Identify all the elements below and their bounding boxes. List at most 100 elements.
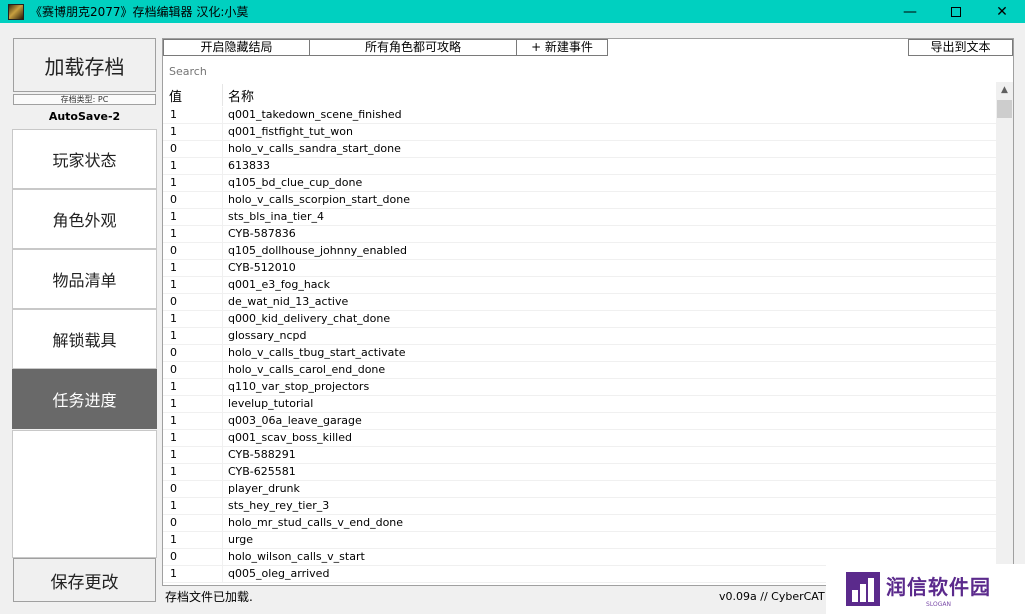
table-row[interactable]: 0 q105_dollhouse_johnny_enabled bbox=[163, 243, 996, 260]
new-event-button[interactable]: + 新建事件 bbox=[516, 39, 608, 56]
table-row[interactable]: 1 sts_hey_rey_tier_3 bbox=[163, 498, 996, 515]
row-name: CYB-588291 bbox=[228, 448, 296, 461]
row-name: holo_v_calls_tbug_start_activate bbox=[228, 346, 406, 359]
table-row[interactable]: 0 holo_v_calls_sandra_start_done bbox=[163, 141, 996, 158]
hidden-ending-button[interactable]: 开启隐藏结局 bbox=[163, 39, 310, 56]
row-value[interactable]: 1 bbox=[170, 209, 177, 225]
nav-vehicles[interactable]: 解锁载具 bbox=[12, 309, 157, 369]
row-value[interactable]: 1 bbox=[170, 464, 177, 480]
row-value[interactable]: 1 bbox=[170, 498, 177, 514]
row-value[interactable]: 1 bbox=[170, 311, 177, 327]
cell-divider bbox=[222, 430, 223, 447]
table-row[interactable]: 1 levelup_tutorial bbox=[163, 396, 996, 413]
nav-quest-progress[interactable]: 任务进度 bbox=[12, 369, 157, 429]
table-row[interactable]: 0 holo_v_calls_carol_end_done bbox=[163, 362, 996, 379]
table-row[interactable]: 1 q001_e3_fog_hack bbox=[163, 277, 996, 294]
row-name: glossary_ncpd bbox=[228, 329, 307, 342]
cell-divider bbox=[222, 226, 223, 243]
table-row[interactable]: 0 holo_v_calls_scorpion_start_done bbox=[163, 192, 996, 209]
cell-divider bbox=[222, 362, 223, 379]
row-value[interactable]: 1 bbox=[170, 175, 177, 191]
row-value[interactable]: 1 bbox=[170, 447, 177, 463]
row-name: sts_hey_rey_tier_3 bbox=[228, 499, 330, 512]
row-value[interactable]: 0 bbox=[170, 294, 177, 310]
close-button[interactable]: ✕ bbox=[979, 0, 1025, 23]
table-row[interactable]: 1 CYB-625581 bbox=[163, 464, 996, 481]
row-name: q105_dollhouse_johnny_enabled bbox=[228, 244, 407, 257]
row-value[interactable]: 1 bbox=[170, 532, 177, 548]
table-row[interactable]: 1 CYB-512010 bbox=[163, 260, 996, 277]
table-row[interactable]: 1 CYB-588291 bbox=[163, 447, 996, 464]
row-name: sts_bls_ina_tier_4 bbox=[228, 210, 324, 223]
row-value[interactable]: 0 bbox=[170, 141, 177, 157]
close-icon: ✕ bbox=[996, 3, 1008, 20]
watermark-title: 润信软件园 bbox=[886, 574, 991, 599]
column-header-name[interactable]: 名称 bbox=[228, 86, 254, 105]
scroll-up-icon[interactable]: ▲ bbox=[996, 82, 1013, 99]
scroll-thumb[interactable] bbox=[997, 100, 1012, 118]
table-row[interactable]: 1 q001_takedown_scene_finished bbox=[163, 107, 996, 124]
row-value[interactable]: 0 bbox=[170, 549, 177, 565]
column-header-value[interactable]: 值 bbox=[169, 86, 182, 105]
table-row[interactable]: 1 sts_bls_ina_tier_4 bbox=[163, 209, 996, 226]
row-value[interactable]: 0 bbox=[170, 481, 177, 497]
row-name: q001_fistfight_tut_won bbox=[228, 125, 353, 138]
vertical-scrollbar[interactable]: ▲ bbox=[996, 82, 1013, 585]
table-row[interactable]: 1 q001_fistfight_tut_won bbox=[163, 124, 996, 141]
table-row[interactable]: 1 q110_var_stop_projectors bbox=[163, 379, 996, 396]
window-title: 《赛博朋克2077》存档编辑器 汉化:小莫 bbox=[30, 5, 249, 19]
row-value[interactable]: 1 bbox=[170, 260, 177, 276]
row-value[interactable]: 1 bbox=[170, 226, 177, 242]
row-value[interactable]: 1 bbox=[170, 277, 177, 293]
cell-divider bbox=[222, 396, 223, 413]
title-bar: 《赛博朋克2077》存档编辑器 汉化:小莫 — ✕ bbox=[0, 0, 1025, 23]
export-text-button[interactable]: 导出到文本 bbox=[908, 39, 1013, 56]
maximize-button[interactable] bbox=[933, 0, 979, 23]
cell-divider bbox=[222, 532, 223, 549]
table-row[interactable]: 1 q003_06a_leave_garage bbox=[163, 413, 996, 430]
nav-appearance[interactable]: 角色外观 bbox=[12, 189, 157, 249]
nav-inventory[interactable]: 物品清单 bbox=[12, 249, 157, 309]
row-value[interactable]: 1 bbox=[170, 158, 177, 174]
minimize-button[interactable]: — bbox=[887, 0, 933, 23]
row-value[interactable]: 1 bbox=[170, 566, 177, 582]
row-value[interactable]: 0 bbox=[170, 192, 177, 208]
table-row[interactable]: 1 q001_scav_boss_killed bbox=[163, 430, 996, 447]
maximize-icon bbox=[951, 6, 961, 17]
table-row[interactable]: 0 holo_mr_stud_calls_v_end_done bbox=[163, 515, 996, 532]
table-row[interactable]: 1 urge bbox=[163, 532, 996, 549]
all-romance-button[interactable]: 所有角色都可攻略 bbox=[309, 39, 517, 56]
row-name: CYB-625581 bbox=[228, 465, 296, 478]
row-value[interactable]: 0 bbox=[170, 345, 177, 361]
row-value[interactable]: 0 bbox=[170, 362, 177, 378]
table-row[interactable]: 1 q105_bd_clue_cup_done bbox=[163, 175, 996, 192]
row-value[interactable]: 1 bbox=[170, 413, 177, 429]
table-row[interactable]: 0 de_wat_nid_13_active bbox=[163, 294, 996, 311]
row-value[interactable]: 0 bbox=[170, 515, 177, 531]
save-changes-button[interactable]: 保存更改 bbox=[13, 558, 156, 602]
row-name: q001_scav_boss_killed bbox=[228, 431, 352, 444]
row-value[interactable]: 1 bbox=[170, 379, 177, 395]
table-row[interactable]: 1 q000_kid_delivery_chat_done bbox=[163, 311, 996, 328]
column-divider[interactable] bbox=[222, 84, 223, 106]
load-save-button[interactable]: 加载存档 bbox=[13, 38, 156, 92]
table-row[interactable]: 1 CYB-587836 bbox=[163, 226, 996, 243]
row-name: CYB-587836 bbox=[228, 227, 296, 240]
table-row[interactable]: 0 holo_v_calls_tbug_start_activate bbox=[163, 345, 996, 362]
table-row[interactable]: 0 player_drunk bbox=[163, 481, 996, 498]
row-value[interactable]: 1 bbox=[170, 107, 177, 123]
cell-divider bbox=[222, 515, 223, 532]
row-name: q110_var_stop_projectors bbox=[228, 380, 370, 393]
row-name: q001_takedown_scene_finished bbox=[228, 108, 402, 121]
table-row[interactable]: 1 glossary_ncpd bbox=[163, 328, 996, 345]
row-value[interactable]: 1 bbox=[170, 430, 177, 446]
row-value[interactable]: 1 bbox=[170, 328, 177, 344]
row-name: 613833 bbox=[228, 159, 270, 172]
cell-divider bbox=[222, 277, 223, 294]
row-value[interactable]: 1 bbox=[170, 124, 177, 140]
row-value[interactable]: 0 bbox=[170, 243, 177, 259]
nav-player-status[interactable]: 玩家状态 bbox=[12, 129, 157, 189]
table-row[interactable]: 1 613833 bbox=[163, 158, 996, 175]
row-value[interactable]: 1 bbox=[170, 396, 177, 412]
search-input[interactable] bbox=[169, 63, 469, 79]
